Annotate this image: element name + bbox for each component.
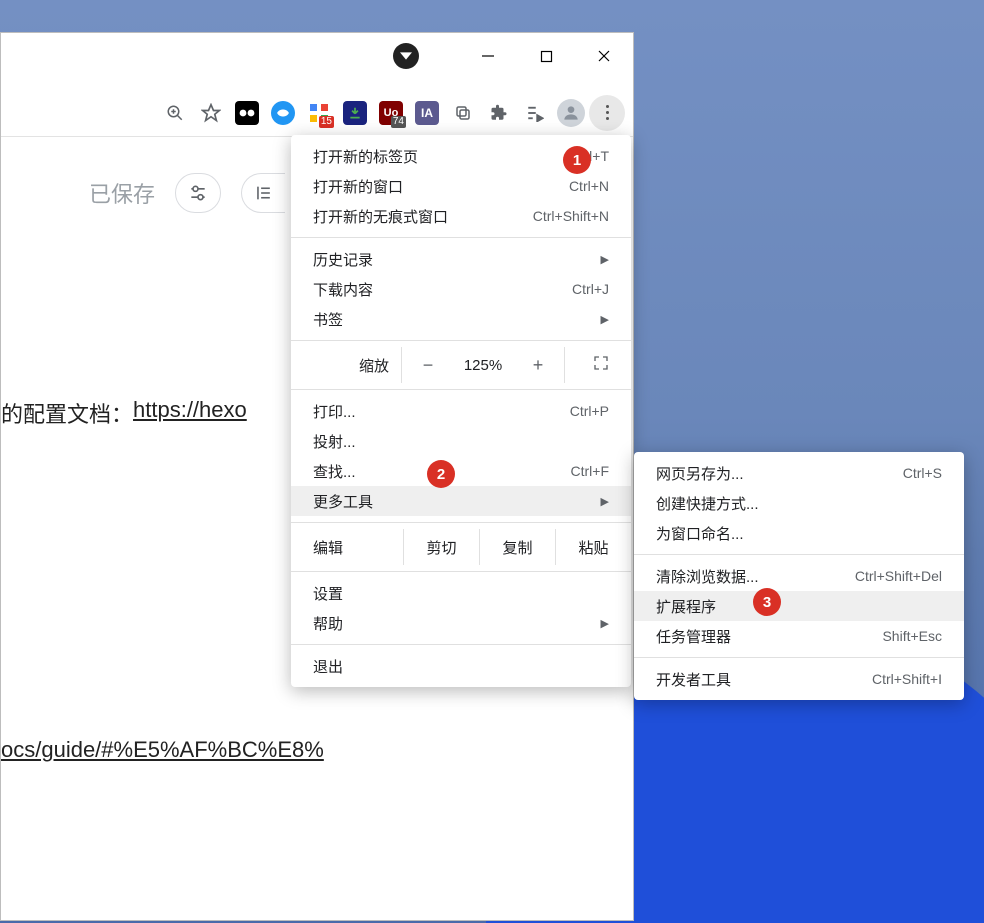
menu-history[interactable]: 历史记录▶ (291, 244, 631, 274)
chrome-menu-button[interactable] (589, 95, 625, 131)
extension-download[interactable] (337, 95, 373, 131)
extension-ia[interactable]: IA (409, 95, 445, 131)
extension-copy-icon[interactable] (445, 95, 481, 131)
submenu-extensions[interactable]: 扩展程序 (634, 591, 964, 621)
zoom-value: 125% (454, 357, 512, 374)
submenu-save-as[interactable]: 网页另存为...Ctrl+S (634, 458, 964, 488)
menu-print[interactable]: 打印...Ctrl+P (291, 396, 631, 426)
outline-button[interactable] (241, 173, 285, 213)
toolbar: 15 Uo74 IA (1, 89, 633, 137)
filter-search-button[interactable] (175, 173, 221, 213)
menu-cast[interactable]: 投射... (291, 426, 631, 456)
close-button[interactable] (575, 33, 633, 79)
zoom-out-button[interactable]: − (402, 347, 454, 383)
menu-exit[interactable]: 退出 (291, 651, 631, 681)
url-fragment[interactable]: ocs/guide/#%E5%AF%BC%E8% (1, 737, 324, 762)
extension-blue[interactable] (265, 95, 301, 131)
minimize-button[interactable] (459, 33, 517, 79)
chrome-main-menu: 打开新的标签页Ctrl+T 打开新的窗口Ctrl+N 打开新的无痕式窗口Ctrl… (291, 135, 631, 687)
zoom-in-button[interactable]: + (512, 347, 564, 383)
doc-text: 的配置文档： (1, 397, 133, 429)
menu-zoom-row: 缩放 − 125% + (291, 347, 631, 383)
extension-grid[interactable]: 15 (301, 95, 337, 131)
maximize-button[interactable] (517, 33, 575, 79)
menu-new-window[interactable]: 打开新的窗口Ctrl+N (291, 171, 631, 201)
submenu-name-window[interactable]: 为窗口命名... (634, 518, 964, 548)
badge: 15 (319, 116, 334, 128)
annotation-2: 2 (427, 460, 455, 488)
saved-label: 已保存 (89, 177, 155, 209)
more-tools-submenu: 网页另存为...Ctrl+S 创建快捷方式... 为窗口命名... 清除浏览数据… (634, 452, 964, 700)
edit-label: 编辑 (291, 537, 403, 558)
edit-cut[interactable]: 剪切 (403, 529, 479, 565)
menu-edit-row: 编辑 剪切 复制 粘贴 (291, 529, 631, 565)
menu-settings[interactable]: 设置 (291, 578, 631, 608)
menu-more-tools[interactable]: 更多工具▶ (291, 486, 631, 516)
edit-copy[interactable]: 复制 (479, 529, 555, 565)
menu-downloads[interactable]: 下载内容Ctrl+J (291, 274, 631, 304)
menu-find[interactable]: 查找...Ctrl+F (291, 456, 631, 486)
tab-search-button[interactable] (393, 43, 419, 69)
zoom-label: 缩放 (313, 355, 401, 376)
badge: 74 (391, 116, 406, 128)
edit-paste[interactable]: 粘贴 (555, 529, 631, 565)
extensions-puzzle-icon[interactable] (481, 95, 517, 131)
submenu-task-manager[interactable]: 任务管理器Shift+Esc (634, 621, 964, 651)
zoom-icon[interactable] (157, 95, 193, 131)
profile-avatar[interactable] (553, 95, 589, 131)
submenu-dev-tools[interactable]: 开发者工具Ctrl+Shift+I (634, 664, 964, 694)
submenu-clear-data[interactable]: 清除浏览数据...Ctrl+Shift+Del (634, 561, 964, 591)
media-control-icon[interactable] (517, 95, 553, 131)
menu-help[interactable]: 帮助▶ (291, 608, 631, 638)
desktop: 15 Uo74 IA 已保存 的配置文档： https://hexo ocs/g… (0, 0, 984, 923)
menu-bookmarks[interactable]: 书签▶ (291, 304, 631, 334)
annotation-1: 1 (563, 146, 591, 174)
titlebar (393, 33, 633, 79)
fullscreen-button[interactable] (593, 355, 609, 375)
doc-link[interactable]: https://hexo (133, 397, 247, 429)
submenu-create-shortcut[interactable]: 创建快捷方式... (634, 488, 964, 518)
annotation-3: 3 (753, 588, 781, 616)
extension-ublock[interactable]: Uo74 (373, 95, 409, 131)
extension-flickr[interactable] (229, 95, 265, 131)
menu-incognito[interactable]: 打开新的无痕式窗口Ctrl+Shift+N (291, 201, 631, 231)
bookmark-star-icon[interactable] (193, 95, 229, 131)
